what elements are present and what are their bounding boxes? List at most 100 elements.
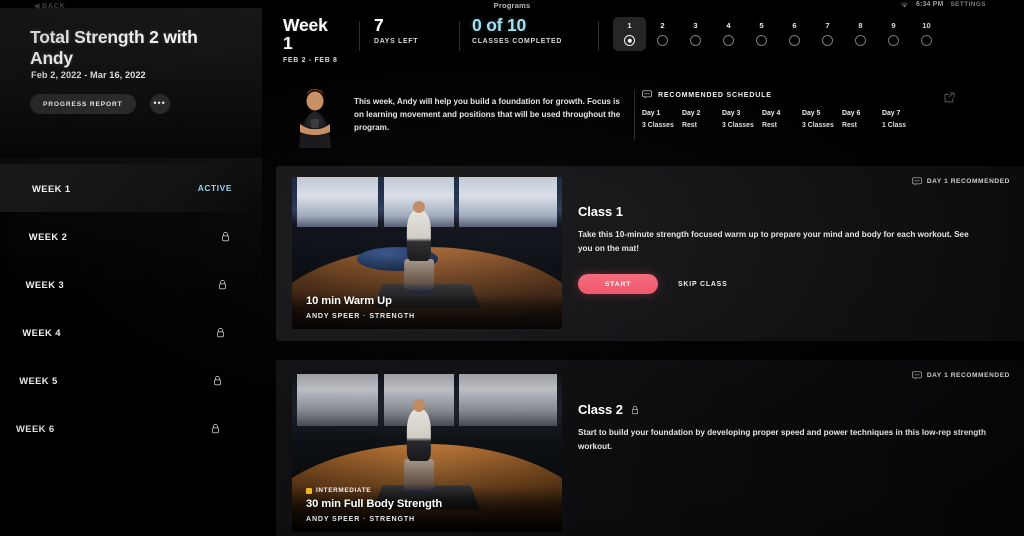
day-recommended-label: DAY 1 RECOMMENDED: [926, 178, 1010, 185]
more-options-button[interactable]: •••: [149, 94, 170, 114]
schedule-day-value: 1 Class: [882, 122, 907, 129]
week-dot-8[interactable]: 8: [844, 17, 877, 51]
week-label: WEEK 4: [22, 326, 61, 338]
week-dot-number: 10: [922, 21, 931, 30]
schedule-day-name: Day 6: [842, 110, 861, 117]
status-time: 6:34 PM: [916, 1, 944, 8]
week-dot-indicator: [855, 35, 866, 46]
class-card-1[interactable]: 10 min Warm Up ANDY SPEER · STRENGTH DAY 1…: [276, 166, 1024, 341]
week-dot-4[interactable]: 4: [712, 17, 745, 51]
week-dot-number: 8: [858, 21, 863, 30]
week-list: WEEK 1 ACTIVE WEEK 2 WEEK 3 WEEK 4 WEEK 5 …: [0, 164, 262, 452]
week-dot-number: 3: [693, 21, 698, 30]
class-name: Class 1: [578, 204, 623, 219]
week-label: WEEK 1: [32, 182, 71, 194]
week-dot-number: 9: [891, 21, 896, 30]
week-dot-indicator: [723, 35, 734, 46]
week-dot-indicator: [822, 35, 833, 46]
lock-icon: [221, 231, 229, 241]
program-title: Total Strength 2 with Andy: [30, 27, 198, 69]
week-dot-number: 7: [825, 21, 830, 30]
class-details: DAY 1 RECOMMENDED Class 1 Take this 10-m…: [578, 166, 1024, 341]
week-dot-indicator: [888, 35, 899, 46]
week-label: WEEK 6: [16, 422, 55, 434]
class-name-text: Class 1: [578, 204, 623, 219]
class-thumbnail-title: 10 min Warm Up: [306, 295, 392, 307]
sidebar-item-week-5[interactable]: WEEK 5: [0, 356, 262, 404]
week-dot-7[interactable]: 7: [811, 17, 844, 51]
meta-separator: ·: [363, 515, 367, 523]
class-instructor: ANDY SPEER: [306, 515, 361, 523]
sidebar-item-week-2[interactable]: WEEK 2: [0, 212, 262, 260]
summary-classes-completed: 0 of 10 CLASSES COMPLETED: [472, 16, 598, 46]
summary-week: Week 1 FEB 2 - FEB 8: [283, 16, 359, 64]
week-selector: 1 2 3 4 5 6 7 8 9 10: [613, 17, 943, 51]
summary-days-left: 7 DAYS LEFT: [374, 16, 459, 46]
week-status-badge: ACTIVE: [197, 183, 232, 193]
week-dot-3[interactable]: 3: [679, 17, 712, 51]
week-dot-6[interactable]: 6: [778, 17, 811, 51]
sidebar-item-week-3[interactable]: WEEK 3: [0, 260, 262, 308]
schedule-day-5: Day 5 3 Classes: [802, 110, 842, 129]
day-recommended-badge: DAY 1 RECOMMENDED: [911, 371, 1010, 380]
schedule-day-name: Day 7: [882, 110, 901, 117]
class-thumbnail-overlay: INTERMEDIATE 30 min Full Body Strength A…: [292, 487, 562, 532]
sidebar: Total Strength 2 with Andy Feb 2, 2022 -…: [0, 8, 262, 536]
status-right-group: 6:34 PM SETTINGS: [900, 1, 986, 8]
week-dot-number: 1: [627, 21, 632, 30]
class-thumbnail-meta: ANDY SPEER · STRENGTH: [306, 515, 548, 523]
class-thumbnail[interactable]: 10 min Warm Up ANDY SPEER · STRENGTH: [292, 177, 562, 329]
difficulty-label: INTERMEDIATE: [316, 487, 372, 494]
class-thumbnail-meta: ANDY SPEER · STRENGTH: [306, 312, 548, 320]
schedule-day-name: Day 3: [722, 110, 741, 117]
week-dot-number: 6: [792, 21, 797, 30]
program-hero: Total Strength 2 with Andy Feb 2, 2022 -…: [0, 8, 262, 158]
difficulty-square-icon: [306, 487, 312, 494]
week-description-row: This week, Andy will help you build a fo…: [262, 82, 1024, 148]
program-dates: Feb 2, 2022 - Mar 16, 2022: [31, 70, 146, 80]
schedule-day-1: Day 1 3 Classes: [642, 110, 682, 129]
week-dot-10[interactable]: 10: [910, 17, 943, 51]
meta-separator: ·: [363, 312, 367, 320]
week-label: WEEK 5: [19, 374, 58, 386]
summary-classes-label: CLASSES COMPLETED: [472, 38, 563, 46]
schedule-day-name: Day 1: [642, 110, 661, 117]
week-dot-1[interactable]: 1: [613, 17, 646, 51]
week-dot-indicator: [756, 35, 767, 46]
class-thumbnail-title: 30 min Full Body Strength: [306, 498, 443, 510]
schedule-day-name: Day 2: [682, 110, 701, 117]
week-label: WEEK 3: [25, 278, 65, 290]
share-button[interactable]: [944, 90, 958, 104]
class-discipline: STRENGTH: [369, 515, 415, 523]
schedule-day-value: 3 Classes: [802, 122, 834, 129]
coach-avatar: [286, 86, 344, 148]
lock-icon: [216, 327, 224, 337]
class-actions: START SKIP CLASS: [578, 274, 728, 294]
progress-report-button[interactable]: PROGRESS REPORT: [30, 94, 136, 114]
settings-button[interactable]: SETTINGS: [950, 1, 986, 8]
start-button[interactable]: START: [578, 274, 658, 294]
class-thumbnail[interactable]: INTERMEDIATE 30 min Full Body Strength A…: [292, 374, 562, 532]
class-description: Take this 10-minute strength focused war…: [578, 230, 969, 253]
summary-week-value: Week 1: [283, 15, 328, 54]
week-dot-9[interactable]: 9: [877, 17, 910, 51]
schedule-day-value: 3 Classes: [642, 122, 674, 129]
week-dot-5[interactable]: 5: [745, 17, 778, 51]
sidebar-item-week-4[interactable]: WEEK 4: [0, 308, 262, 356]
lock-icon: [219, 279, 227, 289]
skip-class-button[interactable]: SKIP CLASS: [678, 281, 728, 288]
divider: [598, 21, 599, 51]
schedule-day-4: Day 4 Rest: [762, 110, 802, 129]
schedule-day-name: Day 5: [802, 110, 821, 117]
lock-icon: [631, 405, 638, 414]
day-recommended-badge: DAY 1 RECOMMENDED: [911, 177, 1010, 186]
week-dot-2[interactable]: 2: [646, 17, 679, 51]
program-actions: PROGRESS REPORT •••: [30, 94, 170, 114]
week-label: WEEK 2: [28, 230, 68, 242]
week-dot-indicator: [921, 35, 932, 46]
sidebar-item-week-6[interactable]: WEEK 6: [0, 404, 262, 452]
sidebar-item-week-1[interactable]: WEEK 1 ACTIVE: [0, 164, 262, 212]
class-card-2[interactable]: INTERMEDIATE 30 min Full Body Strength A…: [276, 360, 1024, 536]
week-dot-indicator: [624, 35, 635, 46]
divider: [634, 90, 635, 140]
